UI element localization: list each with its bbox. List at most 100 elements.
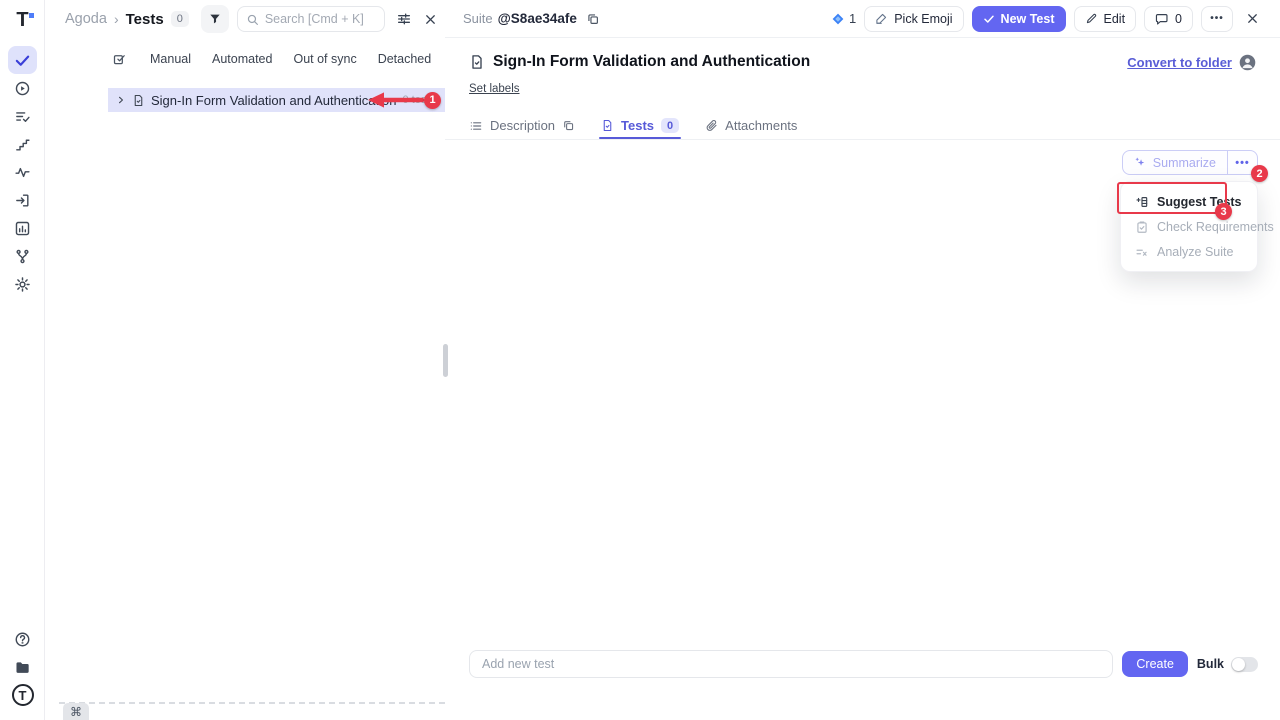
- menu-item-analyze-suite[interactable]: Analyze Suite: [1121, 239, 1257, 264]
- tree-bottom-divider: [59, 702, 445, 704]
- funnel-icon: [208, 12, 222, 26]
- rail-item-milestones[interactable]: [8, 130, 37, 158]
- command-key-button[interactable]: ⌘: [63, 703, 89, 720]
- tab-attachments-label: Attachments: [725, 118, 797, 133]
- close-icon: [1245, 11, 1260, 26]
- tab-tests-count-badge: 0: [661, 118, 679, 133]
- rail-item-analytics[interactable]: [8, 214, 37, 242]
- profile-logo-icon: T: [12, 684, 34, 706]
- avatar[interactable]: [1239, 54, 1256, 71]
- app-window: T: [0, 0, 1280, 720]
- paperclip-icon: [705, 119, 718, 132]
- close-panel-button[interactable]: [423, 12, 438, 27]
- new-test-label: New Test: [1001, 12, 1055, 26]
- diamond-icon: [831, 12, 845, 26]
- filter-automated[interactable]: Automated: [212, 52, 272, 66]
- summarize-button[interactable]: Summarize: [1123, 151, 1227, 174]
- summarize-label: Summarize: [1153, 156, 1216, 170]
- play-circle-icon: [14, 80, 31, 97]
- suite-title: Sign-In Form Validation and Authenticati…: [493, 53, 810, 71]
- breadcrumb-project[interactable]: Agoda: [65, 11, 107, 27]
- edit-label: Edit: [1104, 12, 1126, 26]
- rail-item-runs[interactable]: [8, 74, 37, 102]
- tests-count-badge: 0: [171, 11, 189, 27]
- tab-tests[interactable]: Tests 0: [601, 112, 679, 139]
- pencil-icon: [1085, 12, 1098, 25]
- close-detail-button[interactable]: [1245, 11, 1260, 26]
- check-icon: [983, 13, 995, 25]
- annotation-box-suggest-tests: [1117, 182, 1227, 214]
- copy-description-icon[interactable]: [562, 119, 575, 132]
- rail-item-help[interactable]: [8, 625, 37, 653]
- header-more-button[interactable]: •••: [1201, 6, 1233, 32]
- sparkles-icon: [1134, 156, 1147, 169]
- tab-attachments[interactable]: Attachments: [705, 112, 797, 139]
- linked-issues-indicator[interactable]: 1: [831, 11, 856, 26]
- tab-description-label: Description: [490, 118, 555, 133]
- tab-description[interactable]: Description: [469, 112, 575, 139]
- logo-letter: T: [16, 9, 28, 32]
- menu-check-requirements-label: Check Requirements: [1157, 220, 1274, 234]
- convert-to-folder-link[interactable]: Convert to folder: [1127, 55, 1232, 70]
- copy-suite-id-button[interactable]: [586, 12, 600, 26]
- view-settings-button[interactable]: [396, 11, 412, 27]
- bulk-toggle[interactable]: [1231, 657, 1258, 672]
- edit-button[interactable]: Edit: [1074, 6, 1137, 32]
- branch-icon: [14, 248, 31, 265]
- app-logo[interactable]: T: [0, 8, 45, 32]
- folder-icon: [14, 659, 31, 676]
- emoji-pen-icon: [875, 12, 888, 25]
- help-icon: [14, 631, 31, 648]
- pick-emoji-button[interactable]: Pick Emoji: [864, 6, 963, 32]
- tests-doc-icon: [601, 119, 614, 132]
- select-check-icon: [112, 52, 127, 67]
- filter-detached[interactable]: Detached: [378, 52, 432, 66]
- annotation-badge-3: 3: [1215, 203, 1232, 220]
- logo-accent-dot: [29, 13, 34, 18]
- select-tests-button[interactable]: [112, 52, 127, 67]
- rail-item-pulse[interactable]: [8, 158, 37, 186]
- bar-chart-icon: [14, 220, 31, 237]
- menu-item-check-requirements[interactable]: Check Requirements: [1121, 214, 1257, 239]
- set-labels-link[interactable]: Set labels: [469, 83, 520, 95]
- linked-issues-count: 1: [849, 11, 856, 26]
- rail-item-profile[interactable]: T: [8, 681, 37, 709]
- tree-panel-header: Agoda › Tests 0: [45, 0, 445, 38]
- search-input[interactable]: [265, 12, 375, 26]
- create-test-button[interactable]: Create: [1122, 651, 1188, 677]
- summarize-split-button: Summarize •••: [1122, 150, 1258, 175]
- annotation-badge-2: 2: [1251, 165, 1268, 182]
- list-check-icon: [14, 108, 31, 125]
- rail-item-tests[interactable]: [8, 46, 37, 74]
- filter-out-of-sync[interactable]: Out of sync: [293, 52, 356, 66]
- ellipsis-icon: •••: [1235, 157, 1250, 169]
- chevron-right-icon[interactable]: [116, 95, 126, 105]
- suite-doc-icon: [469, 54, 485, 70]
- comments-button[interactable]: 0: [1144, 6, 1193, 32]
- suite-doc-icon: [132, 94, 145, 107]
- breadcrumb-section[interactable]: Tests: [126, 11, 164, 28]
- suite-header-actions: 1 Pick Emoji New Test Edit 0: [831, 6, 1260, 32]
- clipboard-check-icon: [1135, 220, 1149, 234]
- rail-item-plans[interactable]: [8, 102, 37, 130]
- new-test-button[interactable]: New Test: [972, 6, 1066, 32]
- panel-resize-handle[interactable]: [443, 344, 448, 377]
- rail-item-projects[interactable]: [8, 653, 37, 681]
- ellipsis-icon: •••: [1210, 13, 1224, 24]
- breadcrumb-separator: ›: [114, 11, 119, 27]
- suite-detail-panel: Suite @S8ae34afe 1 Pick Emoji New Test: [445, 0, 1280, 720]
- login-icon: [14, 192, 31, 209]
- search-box[interactable]: [237, 6, 385, 32]
- filter-manual[interactable]: Manual: [150, 52, 191, 66]
- suite-id: @S8ae34afe: [498, 11, 577, 26]
- toggle-knob: [1232, 658, 1245, 671]
- search-icon: [246, 13, 259, 26]
- stairs-icon: [14, 136, 31, 153]
- rail-item-settings[interactable]: [8, 270, 37, 298]
- suite-header-bar: Suite @S8ae34afe 1 Pick Emoji New Test: [445, 0, 1280, 38]
- add-test-input[interactable]: [469, 650, 1113, 678]
- filter-button[interactable]: [201, 5, 229, 33]
- tree-filter-row: Manual Automated Out of sync Detached St…: [45, 47, 445, 71]
- rail-item-import[interactable]: [8, 186, 37, 214]
- rail-item-branches[interactable]: [8, 242, 37, 270]
